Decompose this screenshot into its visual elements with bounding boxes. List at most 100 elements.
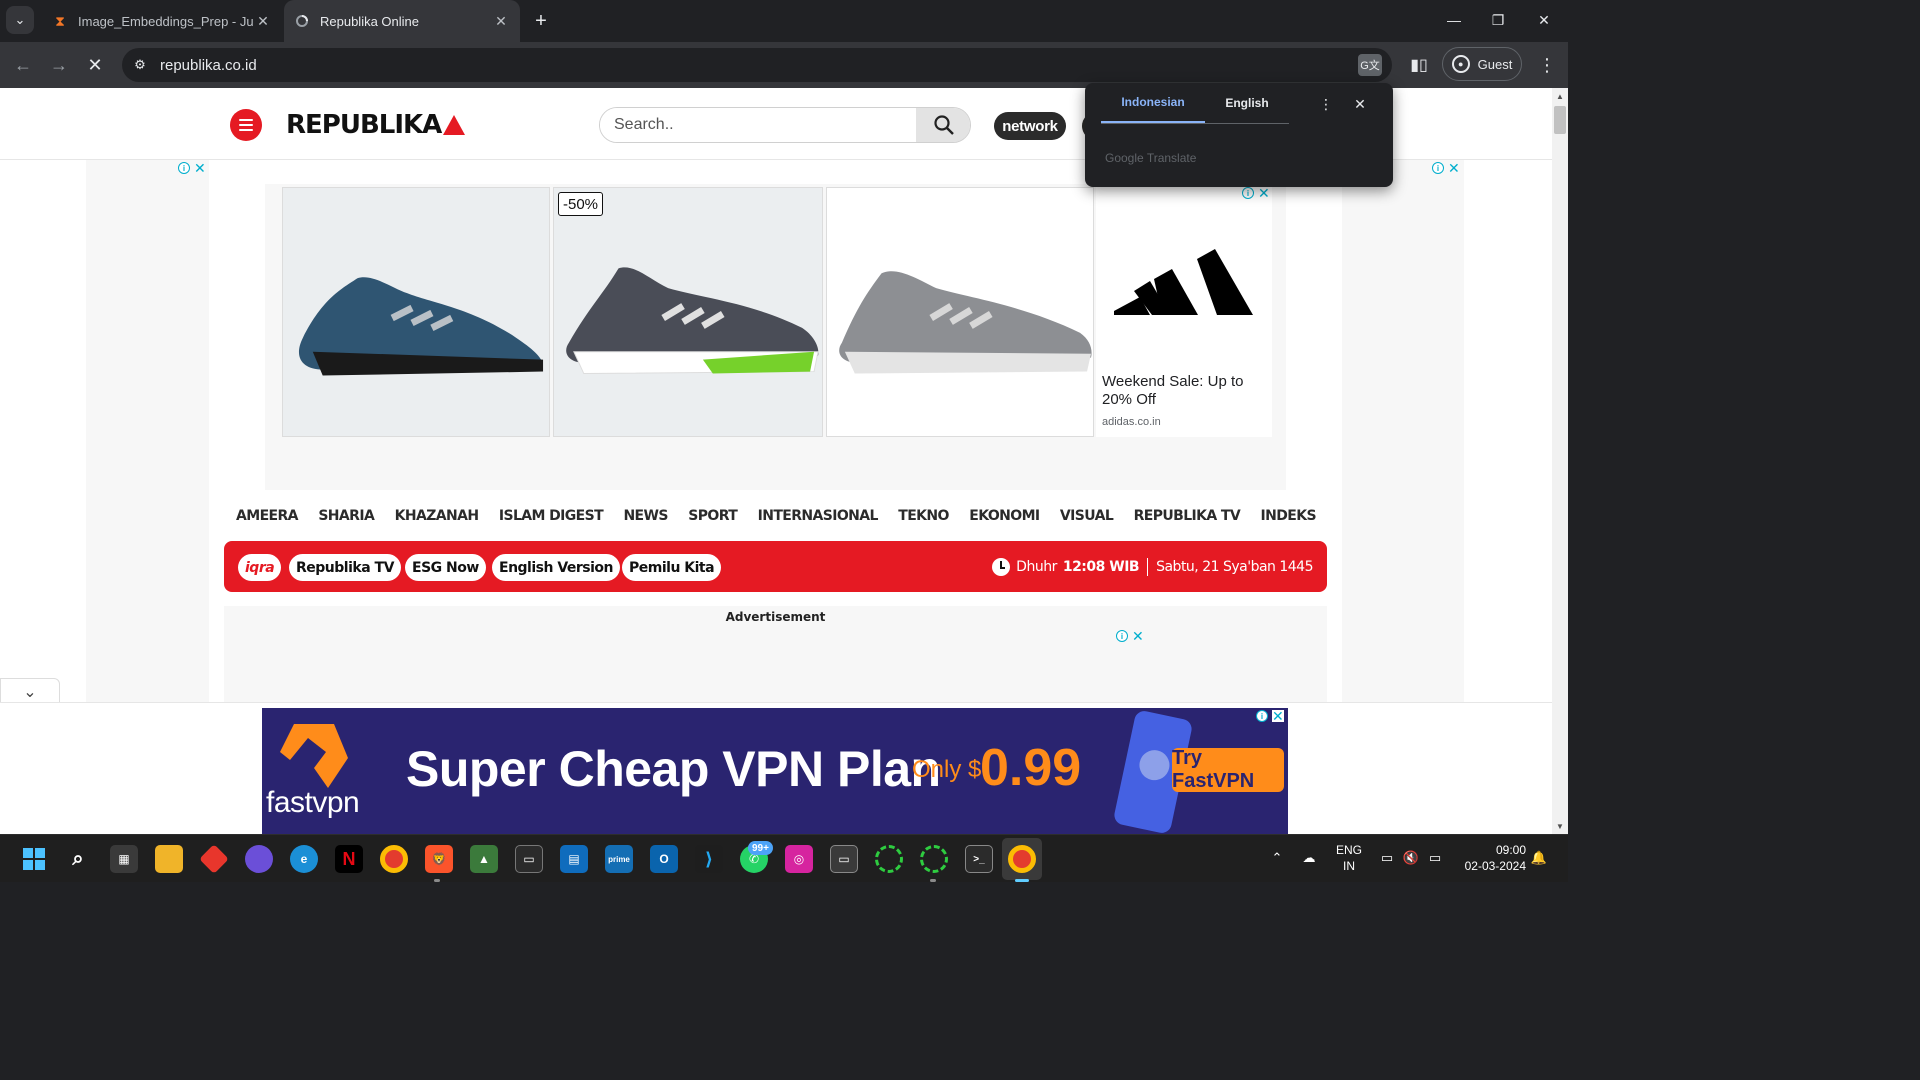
- ad-product-card[interactable]: [282, 187, 550, 437]
- site-info-icon[interactable]: ⚙: [128, 53, 152, 77]
- widgets-icon[interactable]: ▦: [110, 845, 138, 873]
- clock[interactable]: 09:00 02-03-2024: [1454, 842, 1526, 874]
- chip-iqra[interactable]: iqra: [238, 554, 282, 581]
- battery-icon[interactable]: ▭: [1424, 847, 1446, 869]
- tab-source-language[interactable]: Indonesian: [1101, 83, 1205, 123]
- adchoices[interactable]: i ✕: [1256, 709, 1284, 723]
- profile-button[interactable]: ● Guest: [1442, 47, 1522, 81]
- close-icon[interactable]: ✕: [1351, 95, 1369, 113]
- try-fastvpn-button[interactable]: Try FastVPN: [1172, 747, 1284, 792]
- windows-start-icon[interactable]: [20, 845, 48, 873]
- search-button[interactable]: [916, 108, 970, 142]
- nav-item-visual[interactable]: VISUAL: [1060, 508, 1114, 524]
- top-banner-ad[interactable]: -50% i ✕ Weekend Sale: Up to 20% Off adi…: [265, 184, 1286, 490]
- store-icon[interactable]: ▤: [560, 845, 588, 873]
- adchoices[interactable]: i ✕: [1116, 629, 1144, 643]
- ad-brand-card[interactable]: i ✕ Weekend Sale: Up to 20% Off adidas.co…: [1096, 187, 1272, 437]
- info-icon[interactable]: i: [1116, 630, 1128, 642]
- ad-product-card[interactable]: -50%: [553, 187, 823, 437]
- republika-logo[interactable]: REPUBLIKA: [286, 110, 466, 140]
- edge-icon[interactable]: e: [290, 845, 318, 873]
- minimize-button[interactable]: —: [1432, 6, 1476, 34]
- terminal-window-icon[interactable]: ▭: [515, 845, 543, 873]
- vscode-icon[interactable]: ⟩: [695, 845, 723, 873]
- onedrive-cloud-icon[interactable]: ☁: [1298, 847, 1320, 869]
- nav-item-ekonomi[interactable]: EKONOMI: [969, 508, 1040, 524]
- chip-esg-now[interactable]: ESG Now: [405, 554, 486, 581]
- loading-app-icon[interactable]: [920, 845, 948, 873]
- nav-item-indeks[interactable]: INDEKS: [1261, 508, 1317, 524]
- close-icon[interactable]: ✕: [1258, 187, 1270, 200]
- restore-button[interactable]: ❐: [1476, 6, 1520, 34]
- close-icon[interactable]: ✕: [1272, 709, 1284, 723]
- chrome-icon[interactable]: [380, 845, 408, 873]
- scroll-up-arrow[interactable]: ▲: [1552, 92, 1568, 102]
- side-panel-icon[interactable]: ▮▯: [1406, 52, 1432, 78]
- search-input[interactable]: [600, 108, 916, 142]
- adchoices[interactable]: i ✕: [1242, 187, 1270, 200]
- notification-bell-icon[interactable]: 🔔: [1530, 849, 1548, 867]
- url-text[interactable]: republika.co.id: [160, 57, 257, 74]
- outlook-icon[interactable]: O: [650, 845, 678, 873]
- close-icon[interactable]: ✕: [1448, 161, 1460, 175]
- fastvpn-banner[interactable]: fastvpn Super Cheap VPN Plan Only $ 0.99…: [262, 708, 1288, 834]
- terminal-icon[interactable]: >_: [965, 845, 993, 873]
- nav-item-sport[interactable]: SPORT: [688, 508, 738, 524]
- stop-loading-button[interactable]: ✕: [80, 50, 110, 80]
- nav-item-khazanah[interactable]: KHAZANAH: [395, 508, 479, 524]
- translate-icon[interactable]: G文: [1358, 54, 1382, 76]
- scroll-down-arrow[interactable]: ▼: [1552, 822, 1568, 832]
- close-icon[interactable]: ✕: [1132, 629, 1144, 643]
- nav-item-internasional[interactable]: INTERNASIONAL: [758, 508, 879, 524]
- image-viewer-icon[interactable]: ▲: [470, 845, 498, 873]
- adchoices[interactable]: i ✕: [178, 161, 206, 175]
- info-icon[interactable]: i: [1432, 162, 1444, 174]
- close-icon[interactable]: ✕: [492, 12, 510, 30]
- loading-app-icon[interactable]: [875, 845, 903, 873]
- chevron-up-icon[interactable]: ⌃: [1266, 847, 1288, 869]
- copilot-icon[interactable]: [245, 845, 273, 873]
- close-icon[interactable]: ✕: [194, 161, 206, 175]
- nav-item-tekno[interactable]: TEKNO: [898, 508, 949, 524]
- back-button[interactable]: ←: [8, 50, 38, 80]
- chip-pemilu-kita[interactable]: Pemilu Kita: [622, 554, 722, 581]
- close-window-button[interactable]: ✕: [1522, 6, 1566, 34]
- brave-icon[interactable]: 🦁: [425, 845, 453, 873]
- tab-target-language[interactable]: English: [1205, 83, 1289, 123]
- network-button[interactable]: network: [994, 112, 1066, 140]
- app-window-icon[interactable]: ▭: [830, 845, 858, 873]
- chip-english-version[interactable]: English Version: [492, 554, 621, 581]
- kebab-menu-icon[interactable]: ⋮: [1534, 52, 1560, 78]
- adchoices[interactable]: i ✕: [1432, 161, 1460, 175]
- speaker-muted-icon[interactable]: 🔇: [1400, 847, 1422, 869]
- file-explorer-icon[interactable]: [155, 845, 183, 873]
- ad-headline[interactable]: Weekend Sale: Up to 20% Off: [1102, 373, 1267, 409]
- network-icon[interactable]: ▭: [1376, 847, 1398, 869]
- nav-item-news[interactable]: NEWS: [623, 508, 668, 524]
- ad-domain[interactable]: adidas.co.in: [1102, 416, 1161, 428]
- forward-button[interactable]: →: [44, 50, 74, 80]
- page-scrollbar[interactable]: ▲ ▼: [1552, 88, 1568, 834]
- tab-republika[interactable]: Republika Online ✕: [284, 0, 520, 42]
- tab-jupyter[interactable]: ⧗ Image_Embeddings_Prep - Jupy ✕: [42, 0, 282, 42]
- nav-item-islam-digest[interactable]: ISLAM DIGEST: [499, 508, 604, 524]
- nav-item-ameera[interactable]: AMEERA: [236, 508, 299, 524]
- netflix-icon[interactable]: N: [335, 845, 363, 873]
- info-icon[interactable]: i: [178, 162, 190, 174]
- nav-item-republika-tv[interactable]: REPUBLIKA TV: [1134, 508, 1241, 524]
- new-tab-button[interactable]: +: [528, 8, 554, 34]
- instagram-icon[interactable]: ◎: [785, 845, 813, 873]
- more-options-icon[interactable]: ⋮: [1317, 95, 1335, 113]
- info-icon[interactable]: i: [1242, 187, 1254, 199]
- ad-product-card[interactable]: [826, 187, 1094, 437]
- search-icon[interactable]: ⌕: [64, 845, 92, 873]
- hamburger-menu-button[interactable]: [230, 109, 262, 141]
- chrome-active-icon[interactable]: [1008, 845, 1036, 873]
- scroll-thumb[interactable]: [1554, 106, 1566, 134]
- app-diamond-icon[interactable]: [199, 844, 229, 874]
- prime-video-icon[interactable]: prime: [605, 845, 633, 873]
- info-icon[interactable]: i: [1256, 710, 1268, 722]
- address-bar[interactable]: ⚙ republika.co.id G文: [122, 48, 1392, 82]
- tab-search-button[interactable]: ⌄: [6, 6, 34, 34]
- language-indicator[interactable]: ENG IN: [1336, 842, 1362, 874]
